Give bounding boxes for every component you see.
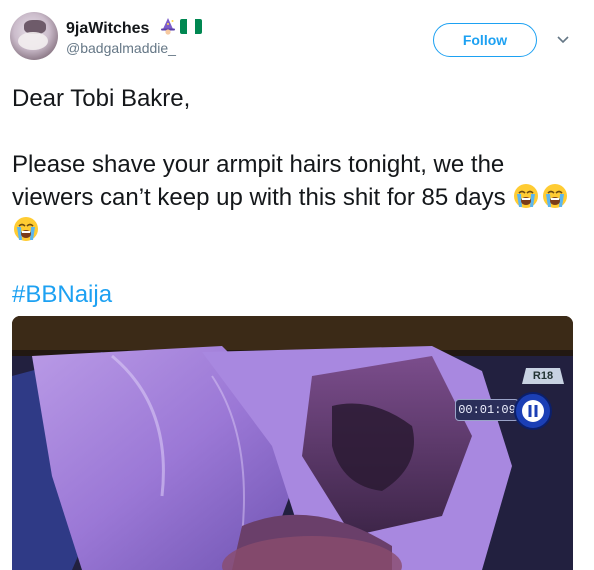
tweet-greeting: Dear Tobi Bakre,	[12, 85, 191, 112]
name-badges	[159, 17, 202, 35]
hashtag-link[interactable]: #BBNaija	[12, 278, 112, 311]
pause-icon[interactable]	[514, 392, 552, 430]
user-handle[interactable]: @badgalmaddie_	[66, 40, 176, 56]
tweet-blank-line	[12, 115, 582, 148]
tweet-header: 9jaWitches @badgalmaddie_ Follow	[0, 0, 594, 75]
display-name[interactable]: 9jaWitches	[66, 17, 202, 38]
witch-emoji-icon	[160, 18, 175, 35]
follow-button[interactable]: Follow	[433, 23, 537, 57]
rating-label: R18	[532, 370, 554, 382]
tweet-media[interactable]: R18 00:01:09	[12, 316, 573, 570]
tweet-body-paragraph: Please shave your armpit hairs tonight, …	[12, 148, 582, 247]
tweet-text: Dear Tobi Bakre, Please shave your armpi…	[12, 82, 582, 247]
chevron-down-icon[interactable]	[555, 32, 571, 48]
avatar[interactable]	[10, 12, 58, 60]
loudly-crying-face-icon	[543, 184, 568, 208]
loudly-crying-face-icon	[14, 217, 38, 241]
rating-badge: R18	[522, 368, 564, 384]
tweet-body: Please shave your armpit hairs tonight, …	[12, 151, 506, 211]
display-name-text[interactable]: 9jaWitches	[66, 20, 149, 37]
loudly-crying-face-icon	[514, 184, 539, 208]
nigeria-flag-icon	[179, 18, 202, 34]
media-photo	[12, 316, 573, 570]
timestamp-overlay: 00:01:09	[455, 399, 519, 421]
